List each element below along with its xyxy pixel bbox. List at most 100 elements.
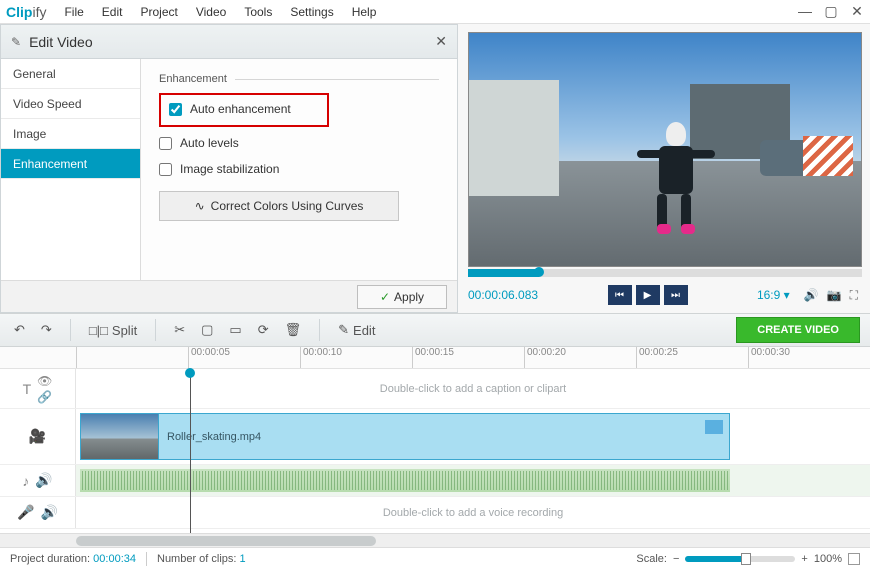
- rotate-button[interactable]: ⟳: [254, 320, 273, 340]
- separator: [319, 319, 320, 341]
- separator: [70, 319, 71, 341]
- menu-tools[interactable]: Tools: [244, 5, 272, 19]
- image-stabilization-row[interactable]: Image stabilization: [159, 157, 439, 181]
- prev-button[interactable]: ⏮: [608, 285, 632, 305]
- auto-enhancement-checkbox[interactable]: [169, 103, 182, 116]
- tab-enhancement[interactable]: Enhancement: [1, 149, 140, 179]
- zoom-out-button[interactable]: −: [673, 553, 679, 565]
- video-track[interactable]: 🎥 Roller_skating.mp4 Drag cli and photos: [0, 409, 870, 465]
- audio-track[interactable]: ♪ 🔊: [0, 465, 870, 497]
- audio-track-head: ♪ 🔊: [0, 465, 76, 496]
- panel-close-icon[interactable]: ✕: [435, 33, 447, 50]
- logo-part1: Clip: [6, 4, 32, 20]
- menu-bar: Clipify File Edit Project Video Tools Se…: [0, 0, 870, 24]
- undo-button[interactable]: ↶: [10, 320, 29, 340]
- scale-fill: [685, 556, 746, 562]
- cut-button[interactable]: ✂: [170, 320, 189, 340]
- separator: [155, 319, 156, 341]
- split-button[interactable]: □|□ Split: [85, 321, 141, 340]
- fullscreen-icon[interactable]: ⛶: [850, 288, 858, 303]
- voice-track-head: 🎤 🔊: [0, 497, 76, 528]
- crop-button[interactable]: ▢: [197, 320, 217, 340]
- transport-controls: ⏮ ▶ ⏭: [608, 285, 688, 305]
- volume-icon[interactable]: 🔊: [804, 288, 819, 302]
- playhead[interactable]: [190, 369, 191, 533]
- snapshot-icon[interactable]: 📷: [827, 288, 842, 302]
- edit-icon: ✎: [11, 35, 21, 49]
- auto-levels-checkbox[interactable]: [159, 137, 172, 150]
- duration-value: 00:00:34: [93, 553, 136, 565]
- ruler-tick: 00:00:20: [524, 347, 636, 368]
- minimize-icon[interactable]: —: [798, 3, 812, 20]
- tab-general[interactable]: General: [1, 59, 140, 89]
- frame-button[interactable]: ▭: [225, 320, 245, 340]
- image-stabilization-checkbox[interactable]: [159, 163, 172, 176]
- menu-edit[interactable]: Edit: [102, 5, 123, 19]
- clip-thumbnail: [81, 414, 159, 459]
- video-clip[interactable]: Roller_skating.mp4: [80, 413, 730, 460]
- scrub-handle[interactable]: [534, 267, 544, 277]
- timeline-ruler[interactable]: 00:00:05 00:00:10 00:00:15 00:00:20 00:0…: [0, 347, 870, 369]
- ruler-tick: 00:00:15: [412, 347, 524, 368]
- menu-help[interactable]: Help: [352, 5, 377, 19]
- fit-button[interactable]: [848, 553, 860, 565]
- menu-settings[interactable]: Settings: [290, 5, 333, 19]
- scrub-progress: [468, 269, 539, 277]
- scale-thumb[interactable]: [741, 553, 751, 565]
- scale-control: Scale: − + 100%: [636, 553, 860, 565]
- speaker-icon[interactable]: 🔊: [35, 472, 52, 489]
- auto-levels-label: Auto levels: [180, 136, 239, 150]
- separator: [146, 552, 147, 566]
- maximize-icon[interactable]: ▢: [824, 3, 838, 20]
- zoom-in-button[interactable]: +: [801, 553, 807, 565]
- correct-colors-button[interactable]: ∿ Correct Colors Using Curves: [159, 191, 399, 221]
- audio-waveform[interactable]: [80, 469, 730, 492]
- caption-track[interactable]: T 👁 🔗 Double-click to add a caption or c…: [0, 369, 870, 409]
- panel-tabs: General Video Speed Image Enhancement: [1, 59, 141, 280]
- apply-button[interactable]: ✓ Apply: [357, 285, 447, 309]
- voice-lane[interactable]: Double-click to add a voice recording: [76, 497, 870, 528]
- audio-lane[interactable]: [76, 465, 870, 496]
- auto-enhancement-highlight: Auto enhancement: [159, 93, 329, 127]
- menu-project[interactable]: Project: [140, 5, 177, 19]
- video-preview[interactable]: [468, 32, 862, 267]
- tab-video-speed[interactable]: Video Speed: [1, 89, 140, 119]
- menu-file[interactable]: File: [64, 5, 83, 19]
- curves-icon: ∿: [195, 199, 205, 213]
- next-button[interactable]: ⏭: [664, 285, 688, 305]
- menu-video[interactable]: Video: [196, 5, 226, 19]
- playback-scrubber[interactable]: [468, 269, 862, 277]
- voice-track[interactable]: 🎤 🔊 Double-click to add a voice recordin…: [0, 497, 870, 529]
- edit-button[interactable]: ✎ Edit: [334, 320, 379, 340]
- caption-lane[interactable]: Double-click to add a caption or clipart: [76, 369, 870, 408]
- play-button[interactable]: ▶: [636, 285, 660, 305]
- link-icon[interactable]: 🔗: [37, 390, 52, 404]
- mic-icon: 🎤: [17, 504, 34, 521]
- panel-body: General Video Speed Image Enhancement En…: [1, 59, 457, 280]
- panel-header: ✎ Edit Video ✕: [1, 25, 457, 59]
- eye-icon[interactable]: 👁: [37, 374, 52, 388]
- apply-bar: ✓ Apply: [1, 280, 457, 312]
- auto-levels-row[interactable]: Auto levels: [159, 131, 439, 155]
- tab-image[interactable]: Image: [1, 119, 140, 149]
- auto-enhancement-row[interactable]: Auto enhancement: [169, 97, 319, 121]
- caption-hint: Double-click to add a caption or clipart: [380, 383, 566, 395]
- aspect-ratio[interactable]: 16:9 ▾: [757, 288, 790, 302]
- timeline-toolbar: ↶ ↷ □|□ Split ✂ ▢ ▭ ⟳ 🗑 ✎ Edit CREATE VI…: [0, 313, 870, 347]
- apply-label: Apply: [394, 290, 424, 304]
- timeline-scrollbar[interactable]: [0, 533, 870, 547]
- redo-button[interactable]: ↷: [37, 320, 56, 340]
- create-video-button[interactable]: CREATE VIDEO: [736, 317, 860, 343]
- speaker-icon[interactable]: 🔊: [41, 504, 58, 521]
- window-controls: — ▢ ✕: [798, 3, 864, 20]
- preview-building-left: [469, 80, 559, 197]
- video-lane[interactable]: Roller_skating.mp4 Drag cli and photos: [76, 409, 870, 464]
- panel-title: Edit Video: [29, 34, 93, 50]
- scale-slider[interactable]: [685, 556, 795, 562]
- status-bar: Project duration: 00:00:34 Number of cli…: [0, 547, 870, 569]
- scrollbar-thumb[interactable]: [76, 536, 376, 546]
- duration-label: Project duration:: [10, 553, 90, 565]
- ruler-tick: 00:00:05: [188, 347, 300, 368]
- close-icon[interactable]: ✕: [850, 3, 864, 20]
- delete-button[interactable]: 🗑: [281, 320, 306, 340]
